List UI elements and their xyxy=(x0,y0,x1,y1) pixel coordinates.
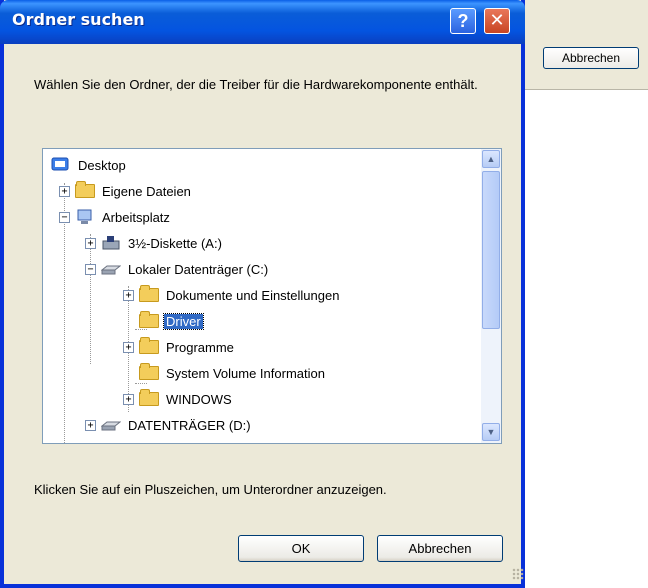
tree-item-label: Desktop xyxy=(78,157,126,173)
tree-item-label: 3½-Diskette (A:) xyxy=(128,235,222,251)
folder-icon xyxy=(139,389,159,407)
instructions-text: Wählen Sie den Ordner, der die Treiber f… xyxy=(34,77,478,92)
tree-item-lokaler-datentraeger[interactable]: − Lokaler Datenträger (C:) xyxy=(85,256,270,282)
desktop-icon xyxy=(51,157,71,173)
tree-item-label-selected: Driver xyxy=(163,312,204,330)
dialog-title: Ordner suchen xyxy=(12,10,145,29)
tree-item-eigene-dateien[interactable]: + Eigene Dateien xyxy=(59,178,193,204)
tree-item-label: Arbeitsplatz xyxy=(102,209,170,225)
tree-item-desktop[interactable]: Desktop xyxy=(51,152,128,178)
vertical-scrollbar[interactable]: ▲ ▼ xyxy=(481,149,501,443)
hint-text: Klicken Sie auf ein Pluszeichen, um Unte… xyxy=(34,482,387,497)
tree-item-windows[interactable]: + WINDOWS xyxy=(123,386,234,412)
hard-drive-icon xyxy=(100,417,122,433)
tree-item-label: Programme xyxy=(166,339,234,355)
tree-item-label: Eigene Dateien xyxy=(102,183,191,199)
tree-item-driver[interactable]: Driver xyxy=(123,308,204,334)
folder-icon xyxy=(139,285,159,303)
scrollbar-thumb[interactable] xyxy=(482,171,500,329)
cancel-button[interactable]: Abbrechen xyxy=(377,535,503,562)
ok-button[interactable]: OK xyxy=(238,535,364,562)
collapse-minus-icon[interactable]: − xyxy=(59,211,70,223)
tree-item-label: DATENTRÄGER (D:) xyxy=(128,417,251,433)
scroll-up-icon[interactable]: ▲ xyxy=(482,150,500,168)
tree-item-label: Dokumente und Einstellungen xyxy=(166,287,340,303)
close-button[interactable]: ✕ xyxy=(484,8,510,34)
expand-plus-icon[interactable]: + xyxy=(123,289,134,301)
tree-item-label: System Volume Information xyxy=(166,365,325,381)
title-bar[interactable]: Ordner suchen ? ✕ xyxy=(0,0,525,44)
tree-item-label: WINDOWS xyxy=(166,391,232,407)
hard-drive-icon xyxy=(100,261,122,277)
tree-item-diskette[interactable]: + 3½-Diskette (A:) xyxy=(85,230,224,256)
floppy-drive-icon xyxy=(101,235,121,251)
expand-plus-icon[interactable]: + xyxy=(123,393,134,405)
tree-item-arbeitsplatz[interactable]: − Arbeitsplatz xyxy=(59,204,172,230)
folder-icon xyxy=(139,337,159,355)
resize-grip-icon[interactable] xyxy=(512,568,524,580)
expand-plus-icon[interactable]: + xyxy=(85,237,96,249)
help-button[interactable]: ? xyxy=(450,8,476,34)
tree-item-system-volume-information[interactable]: System Volume Information xyxy=(123,360,327,386)
expand-plus-icon[interactable]: + xyxy=(85,419,96,431)
documents-folder-icon xyxy=(75,181,95,199)
folder-icon xyxy=(139,363,159,381)
computer-icon xyxy=(75,209,95,225)
scroll-down-icon[interactable]: ▼ xyxy=(482,423,500,441)
tree-item-label: Lokaler Datenträger (C:) xyxy=(128,261,269,277)
tree-item-dokumente[interactable]: + Dokumente und Einstellungen xyxy=(123,282,341,308)
expand-plus-icon[interactable]: + xyxy=(123,341,134,353)
tree-item-programme[interactable]: + Programme xyxy=(123,334,236,360)
collapse-minus-icon[interactable]: − xyxy=(85,263,96,275)
expand-plus-icon[interactable]: + xyxy=(59,185,70,197)
folder-tree[interactable]: Desktop + Eigene Dateien − Arbeitsplatz … xyxy=(42,148,502,444)
background-cancel-button[interactable]: Abbrechen xyxy=(543,47,639,69)
browse-folder-dialog: Ordner suchen ? ✕ Wählen Sie den Ordner,… xyxy=(0,0,525,588)
tree-item-datentraeger-d[interactable]: + DATENTRÄGER (D:) xyxy=(85,412,253,438)
folder-icon xyxy=(139,311,159,329)
